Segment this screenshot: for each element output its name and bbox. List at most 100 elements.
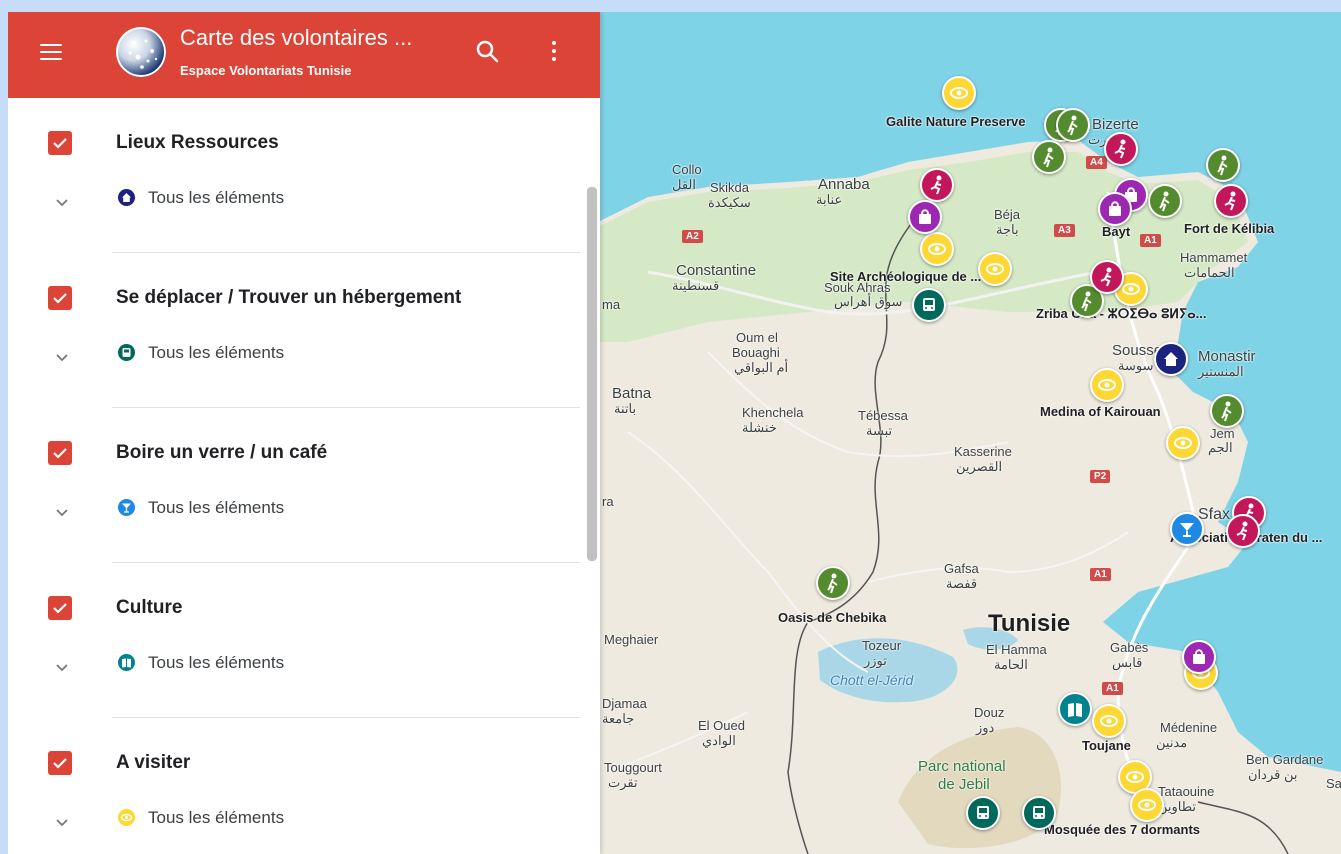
running-icon[interactable]	[1104, 132, 1138, 166]
hiking-icon[interactable]	[1056, 108, 1090, 142]
road-shield: A4	[1086, 156, 1107, 169]
running-icon[interactable]	[920, 168, 954, 202]
place-sousse-ar: سوسة	[1118, 358, 1154, 373]
road-shield: A1	[1090, 568, 1111, 581]
bus-icon[interactable]	[966, 796, 1000, 830]
all-elements-link[interactable]: Tous les éléments	[148, 653, 284, 673]
place-oum-el-bouaghi-2: Bouaghi	[732, 345, 780, 360]
poi-label-medina-kairouan[interactable]: Medina of Kairouan	[1040, 404, 1161, 419]
place-el-hamma-ar: الحامة	[994, 657, 1028, 672]
place-el-oued-ar: الوادي	[702, 733, 736, 748]
place-ben-gardane-ar: بن قردان	[1248, 767, 1298, 782]
all-elements-link[interactable]: Tous les éléments	[148, 808, 284, 828]
running-icon[interactable]	[1226, 514, 1260, 548]
scrollbar[interactable]	[587, 187, 597, 561]
place-oum-el-bouaghi-ar: أم البواقي	[734, 360, 789, 375]
layer-checkbox[interactable]	[48, 751, 72, 775]
poi-label-oasis[interactable]: Oasis de Chebika	[778, 610, 886, 625]
place-annaba: Annaba	[818, 176, 870, 193]
shopping-bag-icon[interactable]	[1182, 640, 1216, 674]
chevron-down-icon[interactable]	[54, 351, 70, 363]
place-touggourt-ar: تقرت	[608, 775, 638, 790]
cocktail-icon[interactable]	[1170, 512, 1204, 546]
layer-culture: Culture Tous les éléments	[8, 563, 600, 718]
all-elements-link[interactable]: Tous les éléments	[148, 188, 284, 208]
menu-icon[interactable]	[40, 44, 62, 62]
eye-icon[interactable]	[1166, 426, 1200, 460]
place-gafsa: Gafsa	[944, 561, 979, 576]
place-beja-ar: باجة	[996, 222, 1019, 237]
layer-lieux-ressources: Lieux Ressources Tous les éléments	[8, 98, 600, 253]
place-ra: ra	[602, 494, 614, 509]
layer-boire-un-verre: Boire un verre / un café Tous les élémen…	[8, 408, 600, 563]
eye-icon[interactable]	[1130, 788, 1164, 822]
all-elements-link[interactable]: Tous les éléments	[148, 343, 284, 363]
layer-checkbox[interactable]	[48, 286, 72, 310]
place-djamaa-ar: جامعة	[602, 711, 635, 726]
place-sfax: Sfax	[1198, 506, 1231, 523]
place-khenchela-ar: خنشلة	[742, 420, 777, 435]
poi-label-toujane[interactable]: Toujane	[1082, 738, 1131, 753]
place-tataouine: Tataouine	[1158, 784, 1215, 799]
layer-checkbox[interactable]	[48, 596, 72, 620]
home-icon[interactable]	[1154, 342, 1188, 376]
road-shield: A3	[1054, 224, 1075, 237]
poi-label-site-archeo[interactable]: Site Archéologique de ...	[830, 269, 981, 284]
layer-checkbox[interactable]	[48, 441, 72, 465]
hiking-icon[interactable]	[1210, 394, 1244, 428]
place-monastir-ar: المنستير	[1198, 364, 1244, 379]
place-batna: Batna	[612, 385, 652, 402]
place-touggourt: Touggourt	[604, 760, 662, 775]
eye-icon[interactable]	[1092, 704, 1126, 738]
place-souk-ahras-ar: سوق أهراس	[834, 294, 903, 309]
layer-list: Lieux Ressources Tous les éléments Se dé…	[8, 98, 600, 854]
bus-icon[interactable]	[912, 288, 946, 322]
chevron-down-icon[interactable]	[54, 816, 70, 828]
poi-label-bayt[interactable]: Bayt	[1102, 224, 1130, 239]
place-douz: Douz	[974, 705, 1005, 720]
eye-icon[interactable]	[1090, 368, 1124, 402]
book-icon[interactable]	[1058, 692, 1092, 726]
place-hammamet-ar: الحمامات	[1184, 265, 1235, 280]
place-collo: Collo	[672, 162, 702, 177]
eye-icon[interactable]	[942, 76, 976, 110]
poi-label-zriba[interactable]: Zriba Olia - ⵣⵔⵉⴱⴰ ⵓⵍⵢⴰ...	[1036, 306, 1206, 322]
poi-label-mosquee[interactable]: Mosquée des 7 dormants	[1044, 822, 1200, 837]
place-tebessa: Tébessa	[858, 408, 908, 423]
hiking-icon[interactable]	[1206, 148, 1240, 182]
book-icon	[118, 654, 135, 671]
chevron-down-icon[interactable]	[54, 506, 70, 518]
place-tunisie: Tunisie	[988, 610, 1071, 637]
place-ben-gardane: Ben Gardane	[1246, 752, 1324, 767]
all-elements-link[interactable]: Tous les éléments	[148, 498, 284, 518]
running-icon[interactable]	[1214, 184, 1248, 218]
poi-label-galite[interactable]: Galite Nature Preserve	[886, 114, 1025, 129]
place-khenchela: Khenchela	[742, 405, 804, 420]
hiking-icon[interactable]	[1032, 140, 1066, 174]
eye-icon	[118, 809, 135, 826]
eye-icon[interactable]	[920, 232, 954, 266]
place-constantine: Constantine	[676, 262, 757, 279]
bus-icon[interactable]	[1022, 796, 1056, 830]
hiking-icon[interactable]	[1148, 184, 1182, 218]
chevron-down-icon[interactable]	[54, 196, 70, 208]
layer-title: Lieux Ressources	[116, 132, 279, 153]
layer-title: Se déplacer / Trouver un hébergement	[116, 287, 462, 308]
shopping-bag-icon[interactable]	[1098, 192, 1132, 226]
poi-label-fort-kelibia[interactable]: Fort de Kélibia	[1184, 221, 1274, 236]
running-icon[interactable]	[1090, 260, 1124, 294]
more-options-icon[interactable]	[550, 41, 558, 65]
place-douz-ar: دوز	[976, 720, 995, 735]
search-icon[interactable]	[474, 38, 502, 66]
shopping-bag-icon[interactable]	[908, 200, 942, 234]
eye-icon[interactable]	[978, 252, 1012, 286]
place-ma: ma	[602, 297, 621, 312]
layer-checkbox[interactable]	[48, 131, 72, 155]
place-meghaier: Meghaier	[604, 632, 659, 647]
place-bizerte: Bizerte	[1092, 116, 1139, 133]
chevron-down-icon[interactable]	[54, 661, 70, 673]
place-el-jem: Jem	[1210, 426, 1235, 441]
place-kasserine-ar: القصرين	[956, 459, 1003, 474]
hiking-icon[interactable]	[816, 566, 850, 600]
road-shield: P2	[1090, 470, 1111, 483]
